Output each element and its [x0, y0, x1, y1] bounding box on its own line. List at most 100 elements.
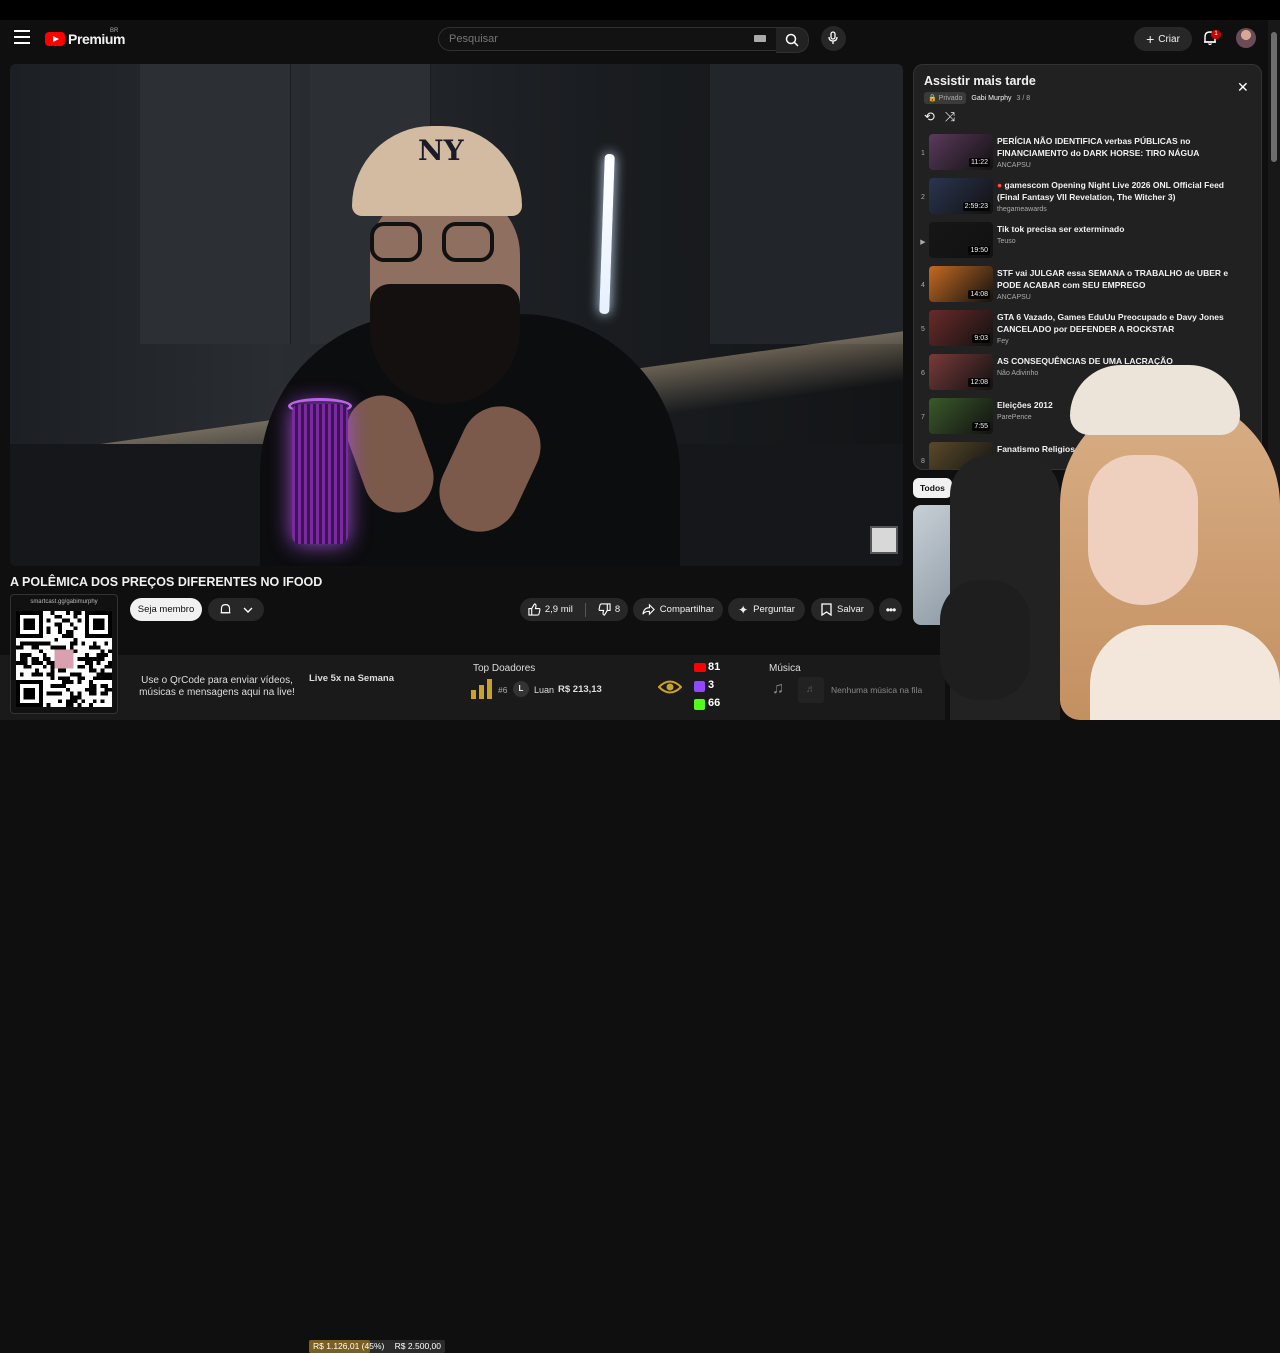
- playlist-item-thumbnail[interactable]: 9:03: [929, 310, 993, 346]
- create-button[interactable]: + Criar: [1134, 27, 1192, 51]
- like-divider: [585, 603, 586, 617]
- music-status: Nenhuma música na fila: [831, 685, 923, 695]
- playlist-item-duration: 19:50: [968, 246, 990, 255]
- channel-watermark[interactable]: [870, 526, 898, 554]
- streamer-headband: [1070, 365, 1240, 435]
- playlist-item-channel[interactable]: ANCAPSU: [997, 294, 1031, 301]
- save-label: Salvar: [837, 604, 864, 615]
- like-button[interactable]: 2,9 mil: [528, 603, 583, 616]
- kick-viewers: 66: [708, 697, 721, 709]
- playlist-item-title[interactable]: PERÍCIA NÃO IDENTIFICA verbas PÚBLICAS n…: [997, 135, 1247, 159]
- more-actions-button[interactable]: •••: [879, 598, 902, 621]
- qr-code: [16, 611, 112, 707]
- like-dislike-group: 2,9 mil 8: [520, 598, 628, 621]
- bell-icon: [220, 604, 231, 614]
- video-player[interactable]: NY: [10, 64, 903, 566]
- notification-badge: 1: [1211, 30, 1221, 39]
- playlist-item-channel[interactable]: thegameawards: [997, 206, 1047, 213]
- like-count: 2,9 mil: [544, 604, 573, 615]
- playlist-item-duration: 14:08: [968, 290, 990, 299]
- search-box[interactable]: [438, 27, 777, 51]
- join-button[interactable]: Seja membro: [130, 598, 202, 621]
- playlist-meta: 🔒 Privado Gabi Murphy 3 / 8: [924, 92, 1030, 104]
- playlist-item-title[interactable]: Tik tok precisa ser exterminado: [997, 223, 1247, 235]
- subscription-notifications-button[interactable]: [208, 598, 264, 621]
- donor-name: Luan: [534, 685, 555, 695]
- loop-icon[interactable]: ⟲: [924, 109, 935, 125]
- avatar[interactable]: [1236, 28, 1256, 48]
- dislike-button[interactable]: 8: [588, 603, 620, 616]
- playlist-item-index: 1: [921, 150, 925, 157]
- live-dot-icon: ●: [997, 180, 1003, 190]
- ask-button[interactable]: ✦ Perguntar: [728, 598, 805, 621]
- playlist-position: 3 / 8: [1016, 94, 1031, 102]
- thumbs-up-icon: [528, 603, 541, 616]
- top-donors-title: Top Doadores: [473, 663, 536, 674]
- glasses: [370, 222, 502, 262]
- playlist-item-title[interactable]: ● gamescom Opening Night Live 2026 ONL O…: [997, 179, 1247, 203]
- shuffle-icon[interactable]: ⤨: [945, 109, 955, 125]
- playlist-item[interactable]: 2 2:59:23 ● gamescom Opening Night Live 20…: [914, 176, 1261, 220]
- playlist-item-index: 5: [921, 326, 925, 333]
- sparkle-icon: ✦: [738, 602, 749, 617]
- more-icon: •••: [885, 602, 897, 617]
- playlist-item-index: 7: [921, 414, 925, 421]
- playlist-item-thumbnail[interactable]: 19:50: [929, 222, 993, 258]
- share-button[interactable]: Compartilhar: [633, 598, 723, 621]
- qr-code-widget: smartcast.gg/gabimurphy: [10, 594, 118, 714]
- playlist-item-duration: 2:59:23: [962, 202, 990, 211]
- donor-bars-icon: [471, 679, 493, 699]
- save-button[interactable]: Salvar: [811, 598, 874, 621]
- music-queue-icon: ♫: [772, 680, 784, 697]
- playlist-item-duration: 11:22: [969, 158, 990, 167]
- streamer-webcam: [940, 355, 1280, 720]
- playlist-item-duration: 9:03: [972, 334, 990, 343]
- youtube-play-icon: [45, 32, 65, 46]
- playlist-item[interactable]: 1 11:22 PERÍCIA NÃO IDENTIFICA verbas PÚBL…: [914, 132, 1261, 176]
- kick-icon: [694, 699, 705, 710]
- playlist-item-title[interactable]: GTA 6 Vazado, Games EduUu Preocupado e D…: [997, 311, 1247, 335]
- dislike-count: 8: [614, 604, 621, 615]
- playlist-owner[interactable]: Gabi Murphy: [971, 95, 1011, 102]
- playlist-item-channel[interactable]: Fey: [997, 338, 1009, 345]
- stream-overlay-bar: Use o QrCode para enviar vídeos, músicas…: [0, 655, 945, 1353]
- playlist-item-title[interactable]: STF vai JULGAR essa SEMANA o TRABALHO de…: [997, 267, 1247, 291]
- playlist-item-thumbnail[interactable]: 2:59:23: [929, 178, 993, 214]
- donor-rank: #6: [498, 685, 508, 695]
- playlist-title[interactable]: Assistir mais tarde: [924, 74, 1036, 88]
- wall-cabinet: [140, 64, 291, 344]
- playlist-item-thumbnail[interactable]: 11:22: [929, 134, 993, 170]
- streamer-shirt: [1090, 625, 1280, 720]
- microphone: [292, 404, 348, 544]
- close-icon[interactable]: ✕: [1237, 79, 1249, 96]
- ask-label: Perguntar: [753, 604, 795, 615]
- keyboard-icon[interactable]: [754, 35, 766, 42]
- playlist-item[interactable]: 4 14:08 STF vai JULGAR essa SEMANA o TRABA…: [914, 264, 1261, 308]
- playlist-item-channel[interactable]: ANCAPSU: [997, 162, 1031, 169]
- wall-panel: [710, 64, 903, 344]
- live-goal-title: Live 5x na Semana: [309, 673, 395, 684]
- search-button[interactable]: [776, 27, 809, 53]
- qr-instructions: Use o QrCode para enviar vídeos, músicas…: [139, 675, 295, 698]
- cap-logo: NY: [418, 134, 464, 167]
- share-icon: [642, 603, 655, 616]
- live-goal-bar: R$ 1.126,01 (45%) R$ 2.500,00: [309, 1340, 445, 1353]
- playlist-item-thumbnail[interactable]: 14:08: [929, 266, 993, 302]
- youtube-icon: [694, 663, 706, 672]
- window-top-strip: [0, 0, 1280, 21]
- menu-icon[interactable]: [14, 30, 30, 44]
- playlist-item[interactable]: ▶ 19:50 Tik tok precisa ser exterminado Teu…: [914, 220, 1261, 264]
- playlist-item-channel[interactable]: Teuso: [997, 238, 1016, 245]
- playlist-item-index: 6: [921, 370, 925, 377]
- voice-search-button[interactable]: [821, 26, 846, 51]
- donor-avatar: L: [513, 681, 529, 697]
- playlist-item-index: 4: [921, 282, 925, 289]
- playlist-item-index: ▶: [920, 239, 926, 246]
- search-icon: [785, 33, 799, 47]
- scrollbar-thumb[interactable]: [1271, 32, 1277, 162]
- playlist-controls: ⟲ ⤨: [924, 109, 955, 125]
- youtube-viewers: 81: [708, 661, 721, 673]
- privacy-badge: 🔒 Privado: [924, 92, 967, 104]
- playlist-item[interactable]: 5 9:03 GTA 6 Vazado, Games EduUu Preocupad…: [914, 308, 1261, 352]
- search-input[interactable]: [447, 32, 741, 46]
